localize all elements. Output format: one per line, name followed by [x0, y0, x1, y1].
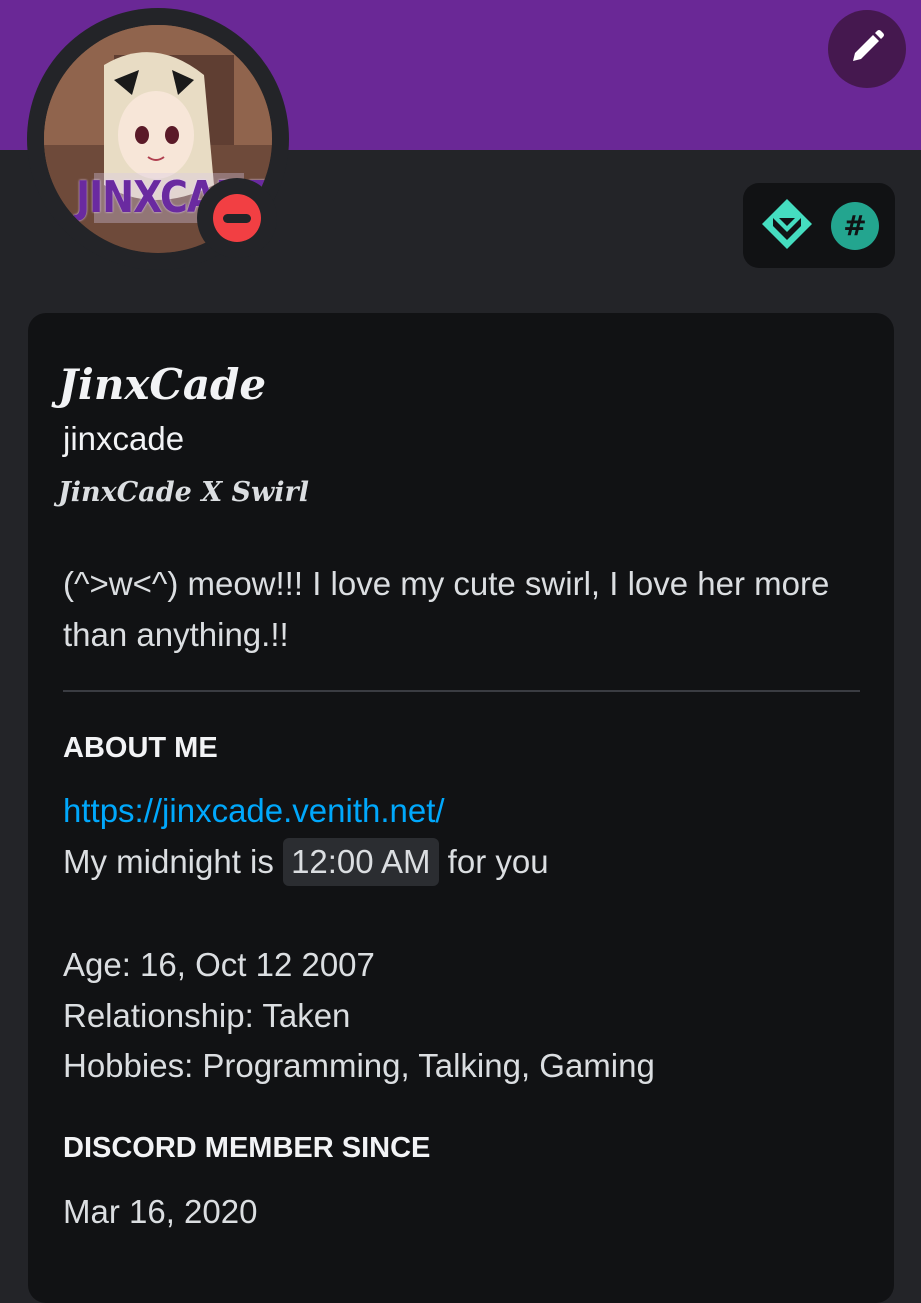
pencil-icon [847, 27, 887, 71]
hobbies-line: Hobbies: Programming, Talking, Gaming [63, 1047, 655, 1084]
midnight-prefix: My midnight is [63, 843, 274, 880]
display-name: JinxCade [58, 360, 267, 409]
username: jinxcade [63, 420, 185, 457]
member-since-heading: DISCORD MEMBER SINCE [63, 1132, 431, 1164]
edit-profile-button[interactable] [828, 10, 906, 88]
hypesquad-balance-icon[interactable] [759, 196, 815, 256]
about-me-heading: ABOUT ME [63, 732, 218, 764]
timestamp[interactable]: 12:00 AM [283, 838, 439, 886]
hash-badge-icon[interactable]: # [831, 201, 879, 250]
midnight-line: My midnight is 12:00 AM for you [63, 838, 549, 886]
dnd-status-icon [213, 194, 261, 242]
divider [63, 690, 860, 692]
midnight-suffix: for you [447, 843, 549, 880]
custom-status: (^>w<^) meow!!! I love my cute swirl, I … [63, 565, 830, 653]
relationship-line: Relationship: Taken [63, 997, 351, 1034]
status-indicator [197, 178, 277, 258]
age-line: Age: 16, Oct 12 2007 [63, 946, 375, 983]
pronouns: JinxCade X Swirl [58, 477, 310, 508]
member-since-date: Mar 16, 2020 [63, 1193, 258, 1230]
about-me-link[interactable]: https://jinxcade.venith.net/ [63, 792, 445, 830]
badge-list: # [743, 183, 895, 268]
